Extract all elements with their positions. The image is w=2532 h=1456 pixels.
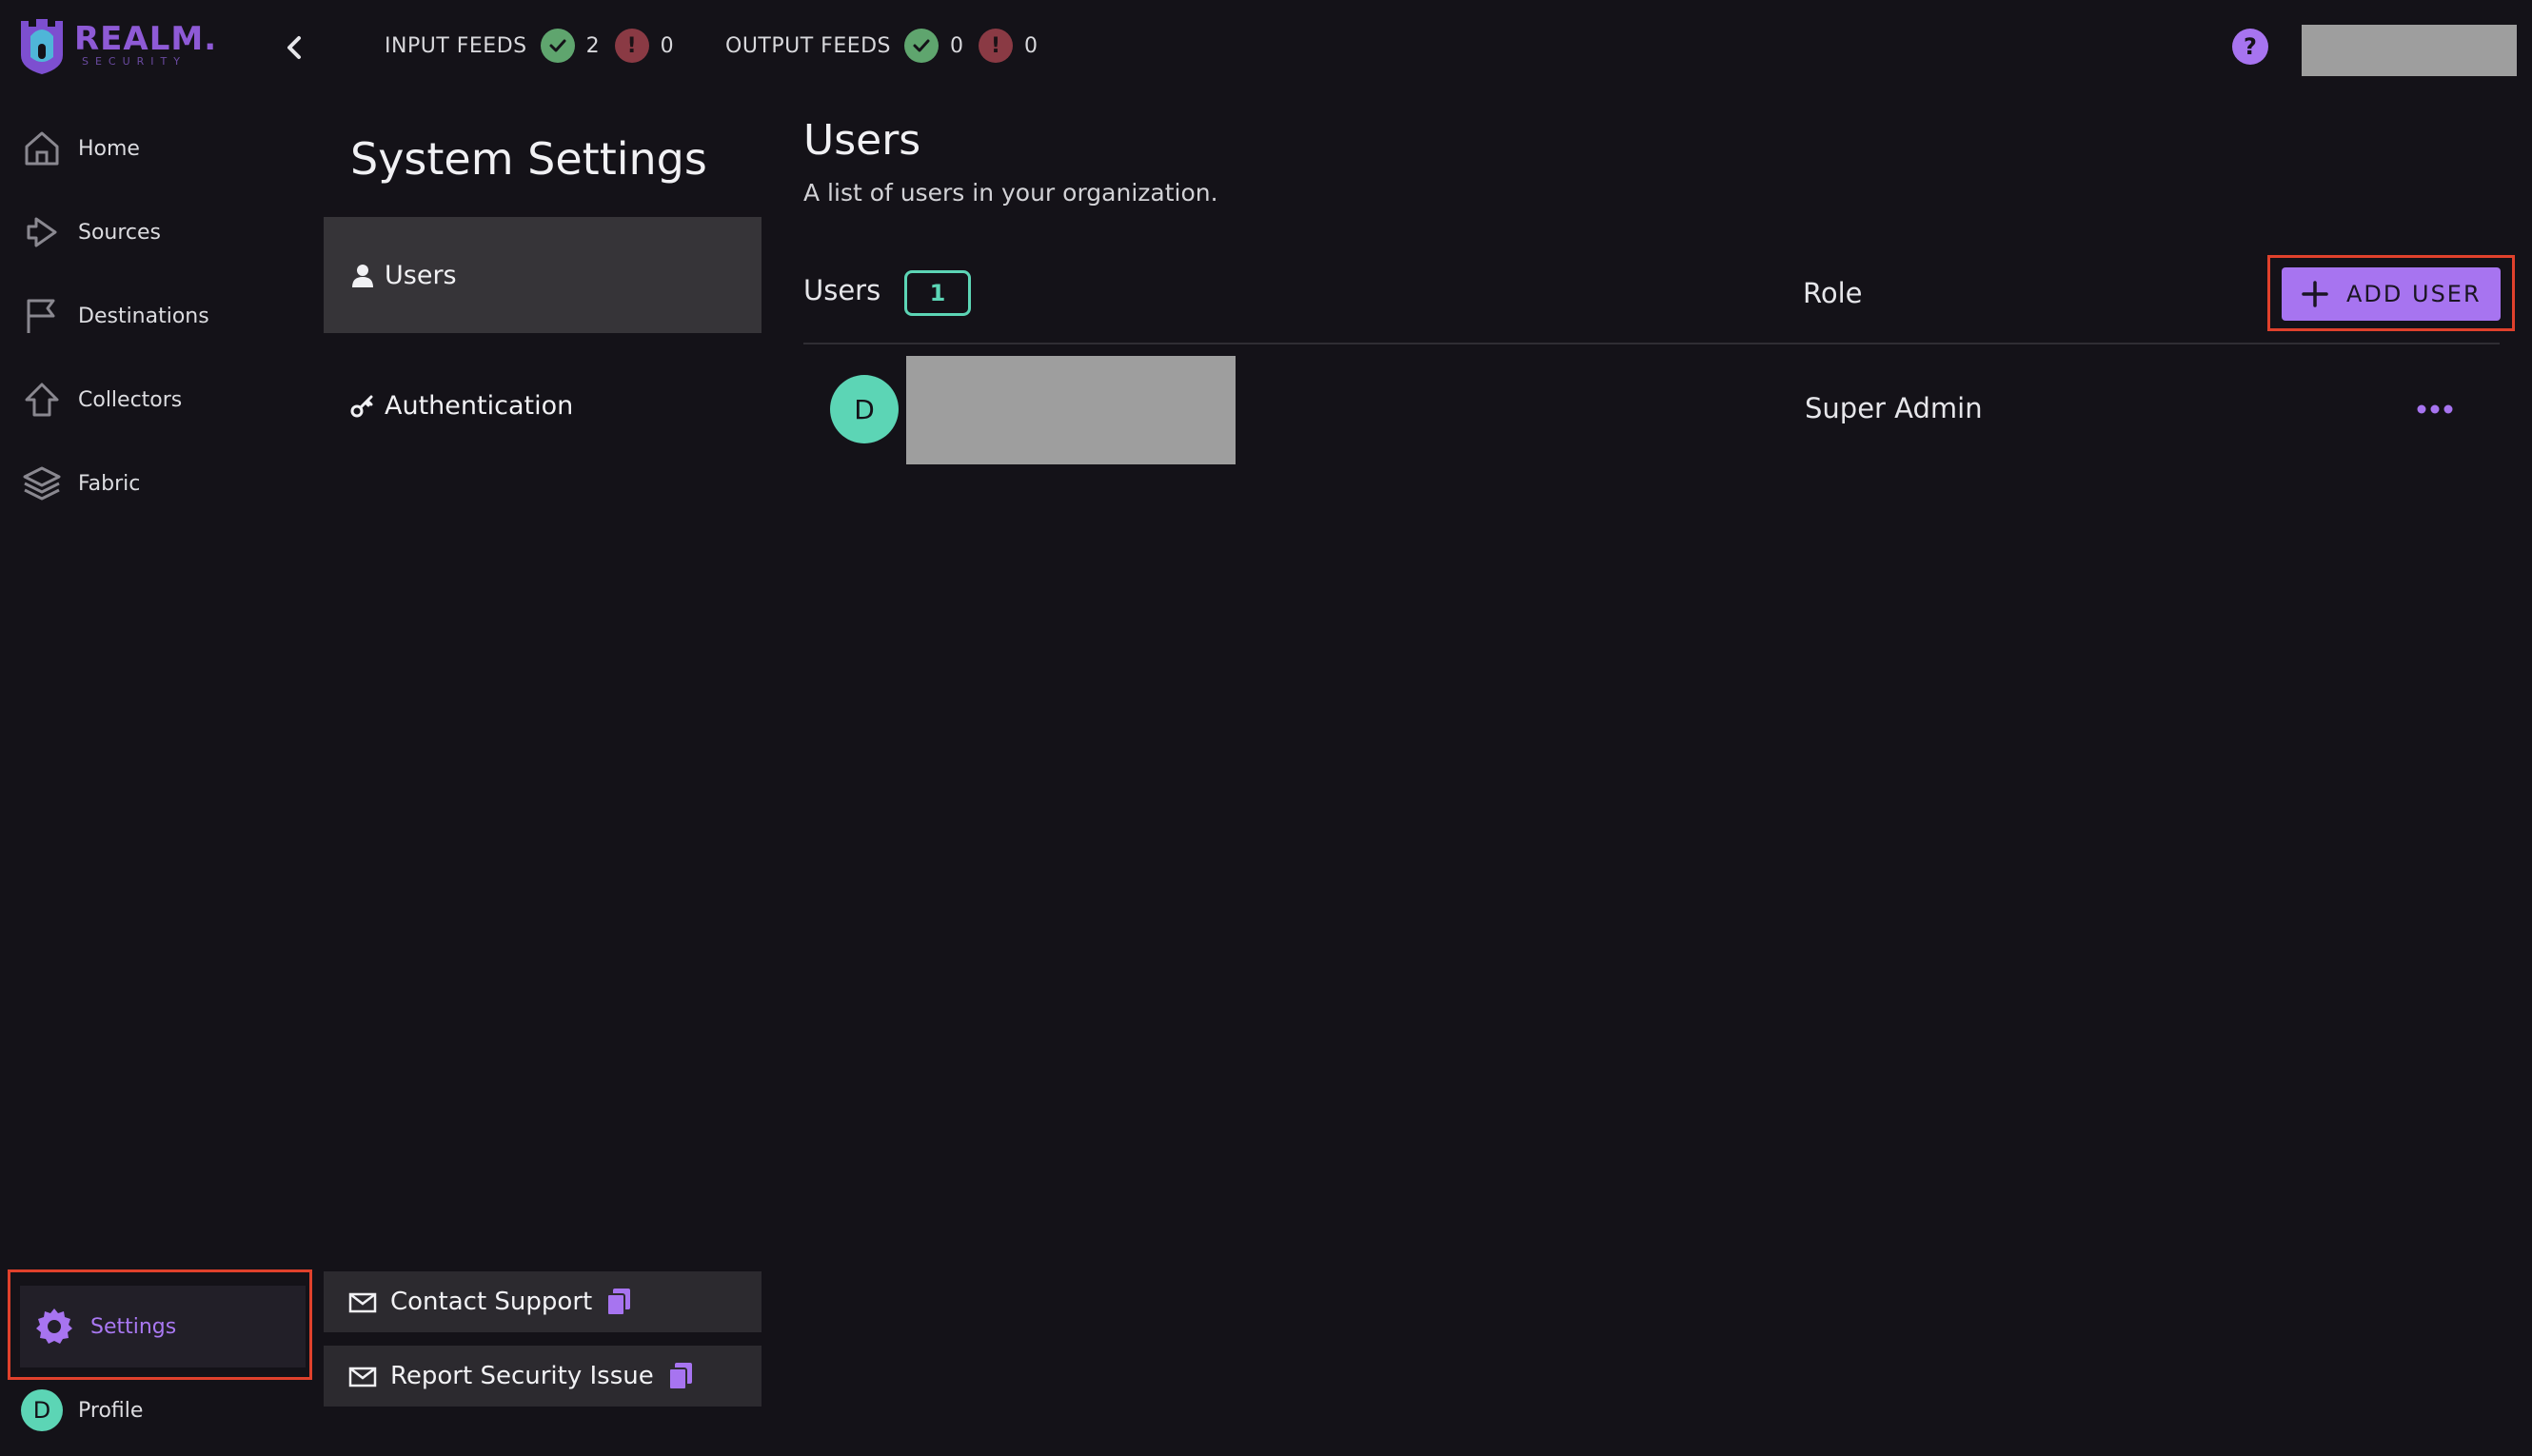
user-name-redacted — [906, 356, 1236, 464]
report-security-issue-label: Report Security Issue — [390, 1362, 654, 1390]
add-user-label: ADD USER — [2346, 281, 2482, 307]
nav-collectors[interactable]: Collectors — [21, 371, 307, 428]
report-security-issue-button[interactable]: Report Security Issue — [324, 1346, 762, 1407]
input-feeds-label: INPUT FEEDS — [385, 33, 527, 58]
nav-collectors-label: Collectors — [78, 387, 183, 412]
plus-icon — [2302, 281, 2328, 307]
output-feeds-ok-count: 0 — [950, 33, 964, 58]
chevron-left-icon — [287, 36, 301, 59]
copy-icon — [654, 1361, 694, 1391]
check-icon — [540, 29, 575, 63]
realm-logo[interactable]: REALM. SECURITY — [15, 13, 217, 76]
layers-icon — [23, 466, 61, 501]
key-icon — [350, 395, 373, 418]
user-count-badge: 1 — [904, 270, 971, 316]
column-header-role: Role — [1803, 277, 1863, 309]
home-icon — [25, 131, 59, 166]
user-role: Super Admin — [1805, 392, 1983, 424]
user-icon — [352, 265, 373, 287]
collapse-sidebar-button[interactable] — [276, 29, 314, 67]
output-feeds-status[interactable]: OUTPUT FEEDS 0 ! 0 — [725, 27, 1053, 65]
output-feeds-err-count: 0 — [1024, 33, 1039, 58]
collectors-icon — [25, 383, 59, 417]
input-feeds-status[interactable]: INPUT FEEDS 2 ! 0 — [385, 27, 689, 65]
mail-icon — [348, 1289, 390, 1315]
nav-home-label: Home — [78, 136, 140, 161]
flag-icon — [27, 299, 55, 333]
mail-icon — [348, 1363, 390, 1389]
alert-icon: ! — [614, 29, 649, 63]
nav-home[interactable]: Home — [21, 120, 307, 177]
nav-profile-label: Profile — [78, 1398, 144, 1423]
contact-support-button[interactable]: Contact Support — [324, 1271, 762, 1332]
alert-icon: ! — [979, 29, 1014, 63]
settings-title: System Settings — [350, 133, 707, 185]
column-header-users: Users — [803, 274, 881, 306]
output-feeds-label: OUTPUT FEEDS — [725, 33, 892, 58]
user-menu-redacted[interactable] — [2302, 25, 2517, 76]
settings-item-authentication[interactable]: Authentication — [324, 362, 762, 449]
settings-item-users[interactable]: Users — [324, 217, 762, 333]
nav-sources[interactable]: Sources — [21, 204, 307, 261]
page-title: Users — [803, 116, 921, 165]
nav-settings-label: Settings — [90, 1314, 177, 1339]
nav-destinations[interactable]: Destinations — [21, 287, 307, 344]
copy-icon — [592, 1287, 632, 1317]
settings-item-authentication-label: Authentication — [385, 390, 574, 421]
logo-wordmark: REALM. — [74, 20, 218, 58]
nav-fabric-label: Fabric — [78, 471, 141, 496]
nav-profile[interactable]: D Profile — [21, 1382, 307, 1439]
check-icon — [904, 29, 940, 63]
input-feeds-err-count: 0 — [660, 33, 674, 58]
gear-icon — [36, 1308, 72, 1344]
contact-support-label: Contact Support — [390, 1288, 593, 1316]
avatar: D — [21, 1389, 63, 1431]
nav-settings-highlight: Settings — [8, 1269, 312, 1380]
app-root: REALM. SECURITY INPUT FEEDS 2 ! 0 OUTPUT… — [0, 0, 2532, 1456]
page-subtitle: A list of users in your organization. — [803, 179, 1218, 207]
nav-fabric[interactable]: Fabric — [21, 455, 307, 512]
castle-logo-icon — [21, 19, 63, 74]
add-user-button[interactable]: ADD USER — [2282, 267, 2501, 321]
add-user-highlight: ADD USER — [2267, 255, 2515, 331]
sources-icon — [27, 217, 57, 247]
nav-sources-label: Sources — [78, 220, 162, 245]
settings-item-users-label: Users — [385, 260, 457, 290]
input-feeds-ok-count: 2 — [585, 33, 600, 58]
nav-destinations-label: Destinations — [78, 304, 209, 328]
more-options-icon[interactable] — [2416, 403, 2454, 415]
nav-settings[interactable]: Settings — [20, 1286, 306, 1367]
table-divider — [803, 343, 2500, 344]
help-icon[interactable]: ? — [2232, 29, 2268, 65]
avatar: D — [830, 375, 899, 443]
